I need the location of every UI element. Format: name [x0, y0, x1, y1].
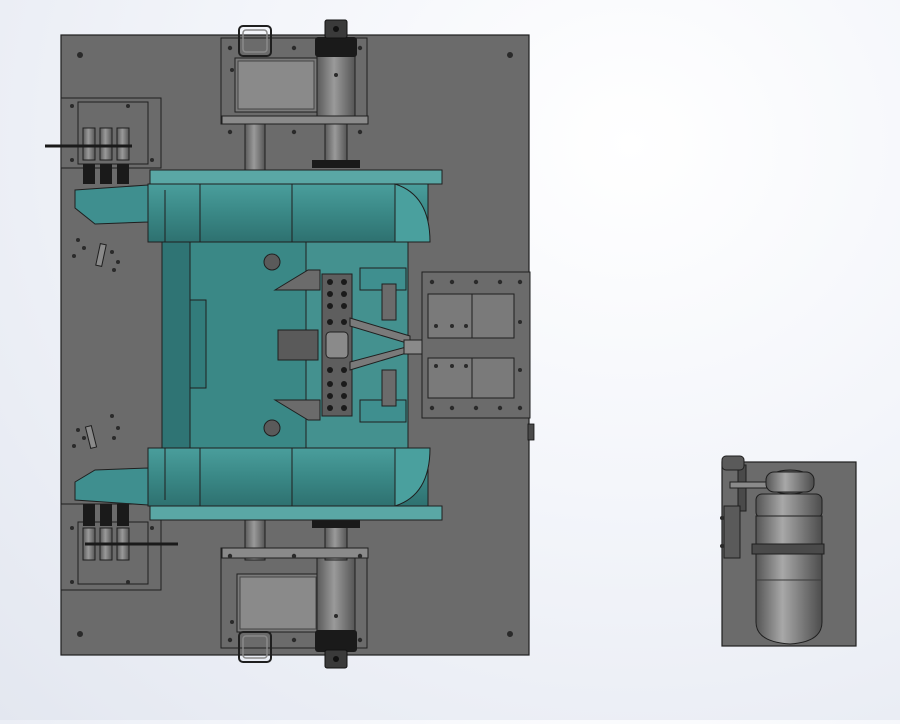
bottom-cylinder-cap: [315, 630, 357, 652]
right-slide-plate: [421, 271, 531, 419]
cad-viewport: [0, 0, 900, 720]
motor-unit: [720, 455, 857, 647]
motor-knob: [721, 455, 745, 471]
body-hole-top: [263, 253, 281, 271]
body-hole-bottom: [263, 419, 281, 437]
top-cylinder-cap: [315, 37, 357, 57]
side-knob: [527, 423, 535, 441]
cad-drawing: [45, 19, 857, 669]
